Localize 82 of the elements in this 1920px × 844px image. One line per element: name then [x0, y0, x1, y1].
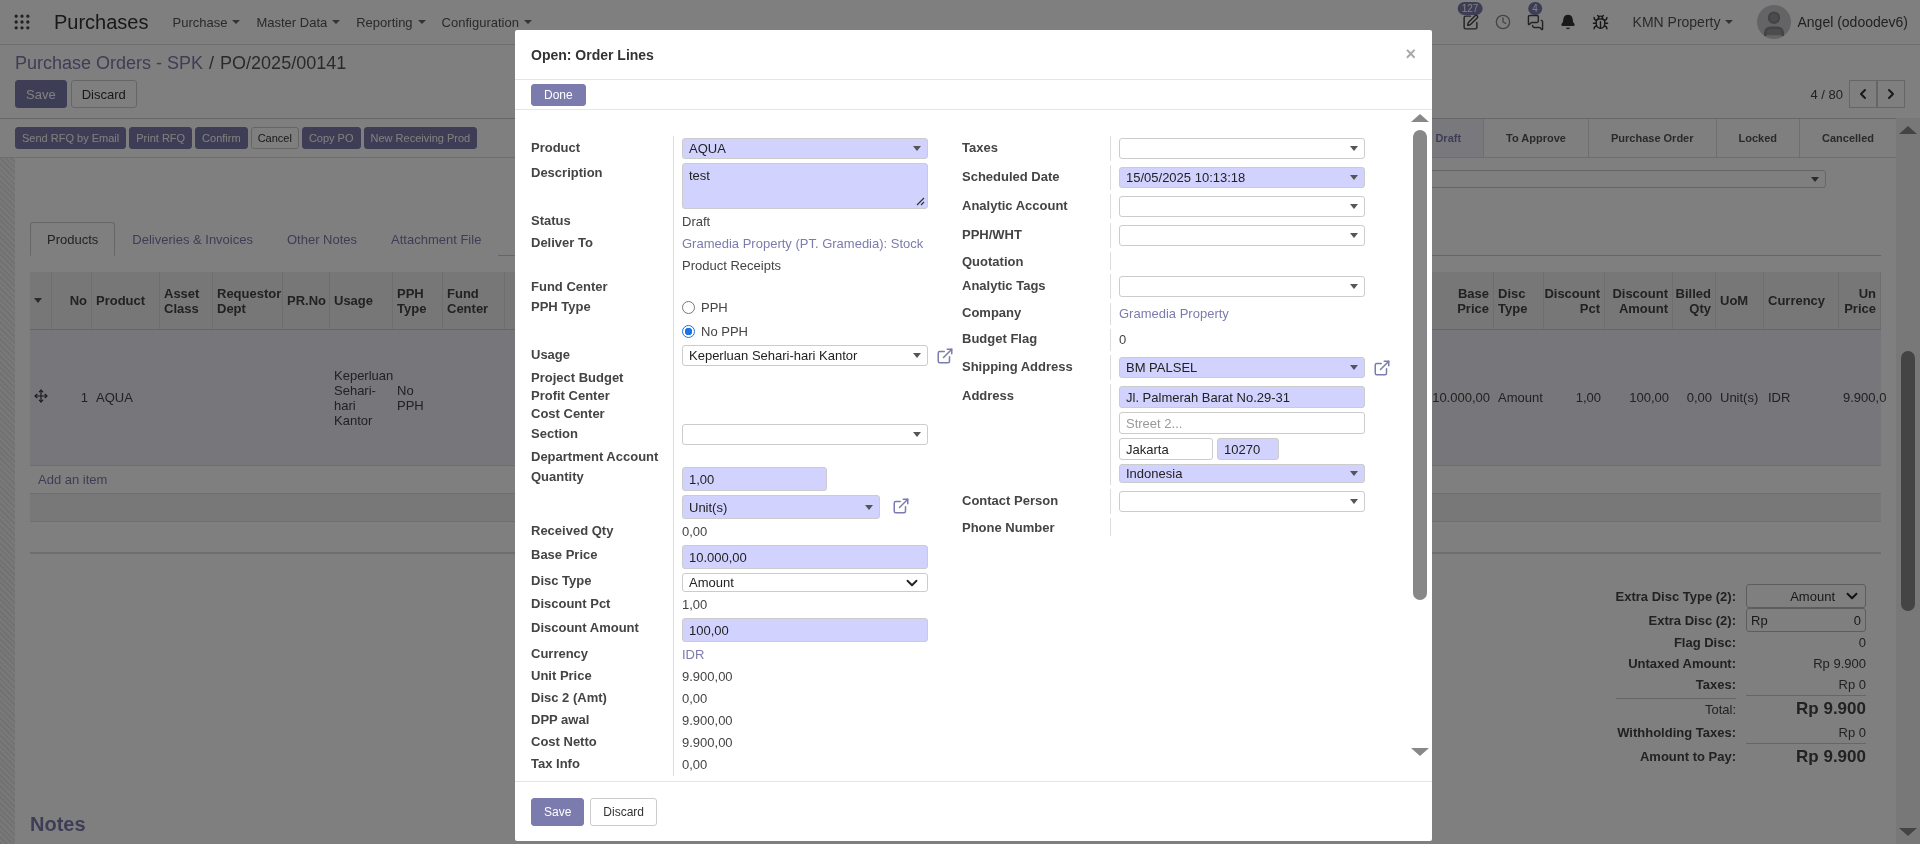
totals-label: Extra Disc Type (2):: [1615, 587, 1736, 606]
field-label: Quantity: [531, 468, 585, 486]
field-value: 9.900,00: [682, 668, 734, 686]
totals-value: Rp 9.900: [1746, 743, 1866, 770]
field-label: DPP awal: [531, 711, 591, 729]
field-label: PPH Type: [531, 298, 592, 316]
table-cell: 9.900,0: [1843, 390, 1887, 405]
field-label: Budget Flag: [962, 330, 1039, 348]
table-cell: 1: [80, 390, 88, 405]
field-label: Received Qty: [531, 522, 615, 540]
breadcrumb-current: PO/2025/00141: [220, 53, 347, 74]
totals-label: Extra Disc (2):: [1647, 611, 1736, 630]
field-value: 0: [1119, 331, 1128, 349]
dialog-title: Open: Order Lines: [531, 46, 654, 63]
field-label: Contact Person: [962, 492, 1060, 510]
field-label: Shipping Address: [962, 358, 1074, 376]
totals-label: Total:: [1615, 697, 1736, 720]
table-cell: AQUA: [96, 390, 133, 405]
field-label: Base Price: [531, 546, 599, 564]
breadcrumb-separator: /: [209, 53, 215, 74]
totals-label: Withholding Taxes:: [1616, 724, 1736, 742]
table-cell: 100,00: [1629, 390, 1669, 405]
field-label: Quotation: [962, 253, 1025, 270]
field-label: Description: [531, 164, 604, 182]
count-badge: 4: [1528, 1, 1542, 15]
field-value: 0,00: [682, 523, 709, 541]
field-label: Discount Pct: [531, 595, 612, 613]
field-label: Project Budget: [531, 369, 625, 386]
app-title: Purchases: [54, 10, 149, 34]
pager-counter: 4 / 80: [1810, 86, 1843, 102]
field-label: Usage: [531, 346, 572, 364]
totals-label: Flag Disc:: [1672, 634, 1736, 652]
field-label: Company: [962, 304, 1023, 322]
field-label: Analytic Account: [962, 197, 1069, 215]
field-value: 1,00: [682, 596, 709, 614]
field-label: Profit Center: [531, 387, 611, 404]
field-value: 9.900,00: [682, 712, 734, 730]
field-label: Disc 2 (Amt): [531, 689, 608, 707]
field-label: Phone Number: [962, 519, 1056, 536]
field-value: 0,00: [682, 690, 709, 708]
field-label: Tax Info: [531, 755, 581, 773]
totals-value: Rp 0: [1837, 676, 1866, 694]
field-label: Deliver To: [531, 234, 594, 252]
field-label: Address: [962, 387, 1016, 405]
field-label: PPH/WHT: [962, 226, 1023, 244]
field-label: Taxes: [962, 139, 999, 157]
field-label: Scheduled Date: [962, 168, 1061, 186]
field-label: Department Account: [531, 448, 660, 465]
totals-label: Taxes:: [1694, 676, 1736, 694]
totals-value: Rp 9.900: [1812, 655, 1866, 673]
field-label: Status: [531, 212, 572, 230]
totals-label: Amount to Pay:: [1638, 748, 1736, 766]
field-label: Analytic Tags: [962, 277, 1047, 295]
field-value: 9.900,00: [682, 734, 734, 752]
field-value: Product Receipts: [682, 257, 782, 275]
field-label: Discount Amount: [531, 619, 640, 637]
radio-label: No PPH: [701, 323, 748, 339]
field-label: Unit Price: [531, 667, 593, 685]
field-value: 0,00: [682, 756, 709, 774]
table-cell: Keperluan Sehari-hari Kantor: [334, 367, 394, 428]
totals-value: Rp 0: [1837, 724, 1866, 742]
table-cell: IDR: [1768, 390, 1791, 405]
section-title: Notes: [30, 813, 87, 836]
field-label: Section: [531, 425, 579, 443]
table-cell: 0,00: [1686, 390, 1712, 405]
field-label: Product: [531, 139, 582, 157]
totals-value: 0: [1857, 634, 1866, 652]
table-cell: Amount: [1498, 390, 1543, 405]
field-label: Disc Type: [531, 572, 593, 590]
totals-label: Untaxed Amount:: [1627, 655, 1736, 673]
field-label: Cost Center: [531, 405, 606, 422]
field-label: Cost Netto: [531, 733, 598, 751]
radio-label: PPH: [701, 299, 728, 315]
count-badge: 127: [1457, 1, 1483, 15]
table-cell: No PPH: [397, 382, 424, 413]
table-cell: Unit(s): [1720, 390, 1759, 405]
totals-value: Rp 9.900: [1746, 695, 1866, 722]
table-cell: 10.000,00: [1432, 390, 1490, 405]
field-value: Draft: [682, 213, 712, 231]
table-cell: 1,00: [1575, 390, 1601, 405]
field-label: Fund Center: [531, 278, 609, 295]
field-label: Currency: [531, 645, 590, 663]
